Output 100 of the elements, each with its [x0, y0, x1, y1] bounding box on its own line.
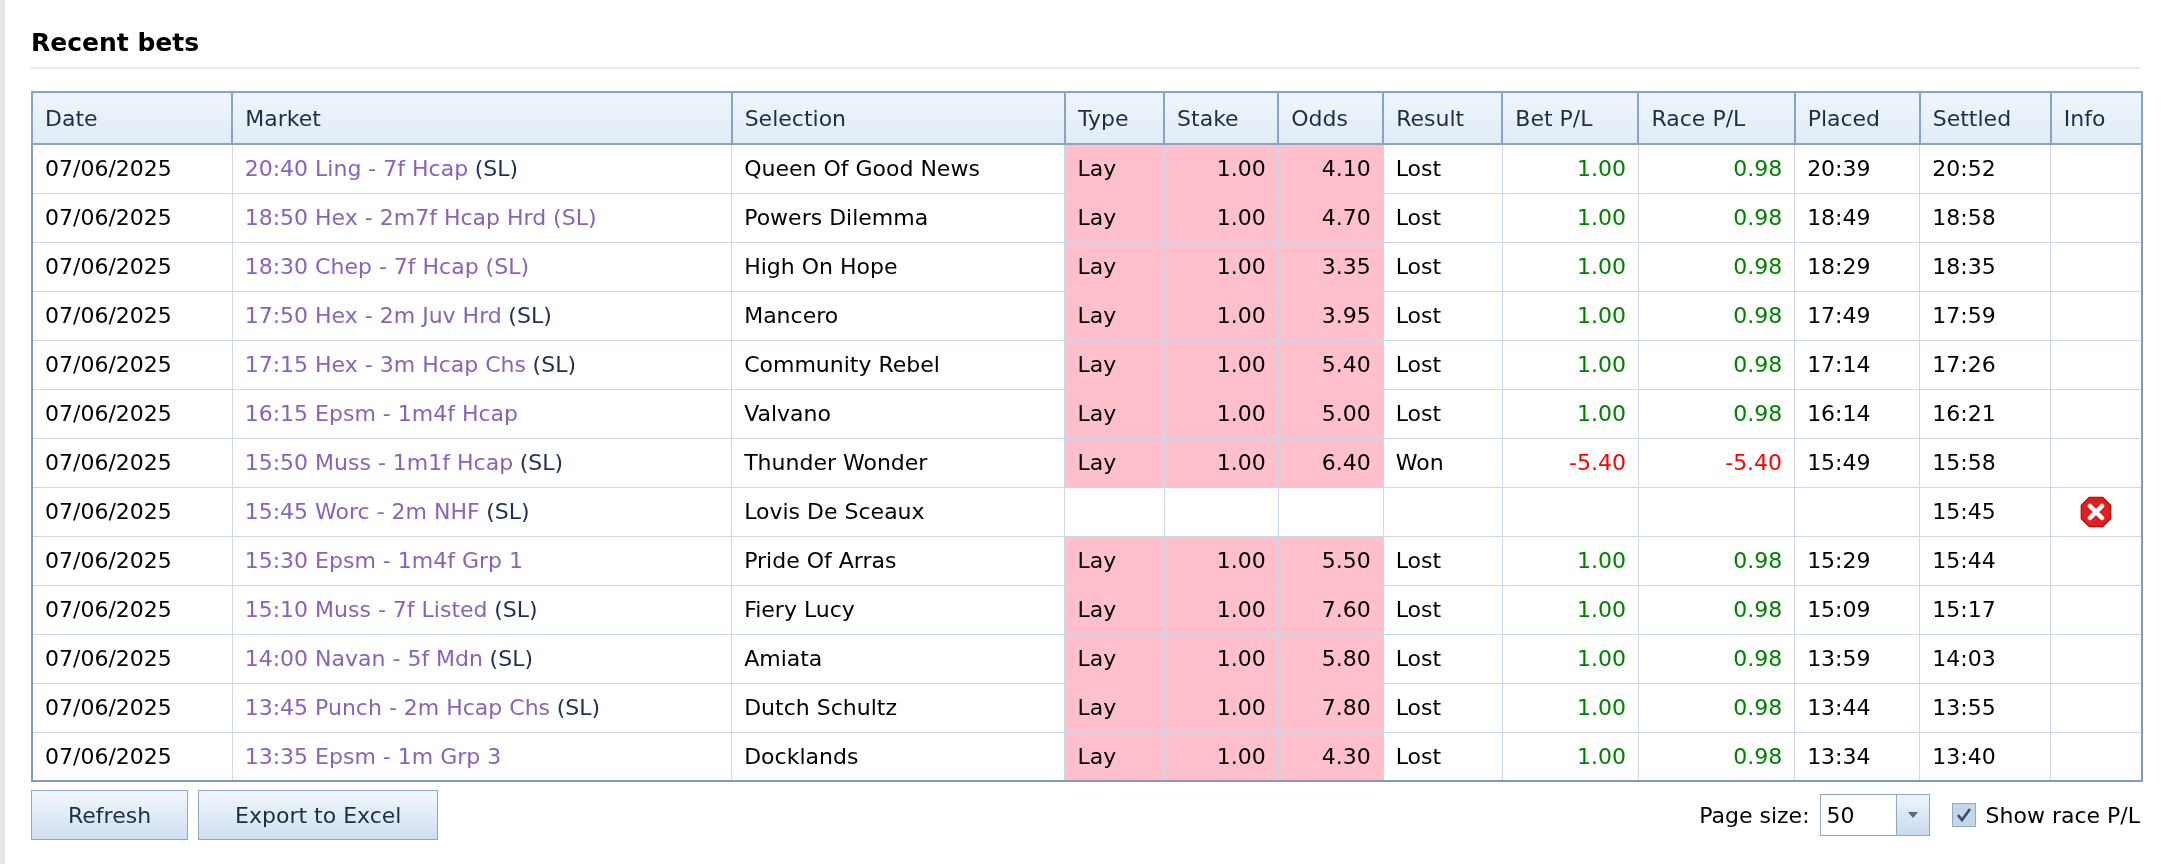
market-link[interactable]: 17:15 Hex - 3m Hcap Chs	[244, 352, 526, 377]
table-cell: 07/06/2025	[32, 193, 233, 242]
column-header[interactable]: Placed	[1794, 92, 1920, 144]
table-cell: Thunder Wonder	[731, 438, 1065, 487]
market-link[interactable]: 13:35 Epsm - 1m Grp 3	[244, 743, 502, 769]
table-cell: Community Rebel	[731, 340, 1065, 389]
column-header[interactable]: Stake	[1164, 92, 1279, 144]
table-cell: Lay	[1064, 585, 1165, 634]
table-cell: Lost	[1383, 634, 1503, 683]
table-cell: Fiery Lucy	[731, 585, 1065, 634]
table-cell: 15:58	[1919, 438, 2051, 487]
market-link[interactable]: 14:00 Navan - 5f Mdn	[244, 646, 483, 671]
error-icon[interactable]	[2080, 495, 2113, 528]
table-cell: 1.00	[1502, 585, 1639, 634]
table-cell: Lost	[1383, 242, 1503, 291]
table-cell: 18:49	[1794, 193, 1920, 242]
table-cell: 07/06/2025	[32, 585, 233, 634]
page-size-dropdown[interactable]: 50	[1819, 794, 1930, 836]
column-header[interactable]: Result	[1383, 92, 1503, 144]
table-cell: 1.00	[1502, 291, 1639, 340]
market-link[interactable]: 18:50 Hex - 2m7f Hcap Hrd (SL)	[244, 205, 597, 230]
table-cell: 0.98	[1638, 242, 1795, 291]
market-link[interactable]: 17:50 Hex - 2m Juv Hrd	[244, 303, 502, 328]
table-cell: 0.98	[1638, 291, 1795, 340]
column-header[interactable]: Selection	[731, 92, 1065, 144]
market-link[interactable]: 15:30 Epsm - 1m4f Grp 1	[244, 548, 523, 573]
table-cell: Lay	[1064, 732, 1165, 781]
table-cell: Lay	[1064, 193, 1165, 242]
table-cell: 1.00	[1164, 732, 1279, 781]
table-cell: 14:03	[1919, 634, 2051, 683]
table-cell: 5.80	[1278, 634, 1384, 683]
column-header[interactable]: Market	[232, 92, 732, 144]
market-suffix: (SL)	[486, 499, 530, 524]
column-header[interactable]: Race P/L	[1638, 92, 1795, 144]
table-cell: 3.95	[1278, 291, 1384, 340]
table-cell: 6.40	[1278, 438, 1384, 487]
table-cell: Lost	[1383, 389, 1503, 438]
table-cell: Lay	[1064, 438, 1165, 487]
market-suffix: (SL)	[489, 646, 533, 671]
table-cell: 1.00	[1164, 389, 1279, 438]
market-link[interactable]: 15:45 Worc - 2m NHF	[244, 499, 480, 524]
table-cell: 1.00	[1164, 340, 1279, 389]
column-header[interactable]: Type	[1064, 92, 1165, 144]
table-cell: 7.80	[1278, 683, 1384, 732]
table-cell: 15:45	[1919, 487, 2051, 536]
table-cell: 16:21	[1919, 389, 2051, 438]
market-link[interactable]: 15:50 Muss - 1m1f Hcap	[244, 450, 514, 475]
table-cell: 07/06/2025	[32, 340, 233, 389]
market-link[interactable]: 20:40 Ling - 7f Hcap	[244, 156, 469, 182]
table-cell: 0.98	[1638, 585, 1795, 634]
table-cell: 5.00	[1278, 389, 1384, 438]
checkbox-label: Show race P/L	[1985, 802, 2140, 828]
column-header[interactable]: Date	[32, 92, 233, 144]
table-cell: Lay	[1064, 291, 1165, 340]
table-cell: 1.00	[1164, 438, 1279, 487]
table-cell: 1.00	[1502, 242, 1639, 291]
checkbox[interactable]	[1951, 803, 1976, 827]
table-cell: 1.00	[1502, 144, 1639, 193]
market-suffix: (SL)	[494, 597, 538, 622]
table-cell: Pride Of Arras	[731, 536, 1065, 585]
market-link[interactable]: 16:15 Epsm - 1m4f Hcap	[244, 401, 518, 426]
table-cell: 07/06/2025	[32, 242, 233, 291]
column-header[interactable]: Bet P/L	[1502, 92, 1639, 144]
table-cell: 0.98	[1638, 193, 1795, 242]
table-cell: 1.00	[1164, 536, 1279, 585]
column-header[interactable]: Info	[2050, 92, 2142, 144]
table-cell: Lovis De Sceaux	[731, 487, 1065, 536]
table-cell: 15:17	[1919, 585, 2051, 634]
market-link[interactable]: 15:10 Muss - 7f Listed	[244, 597, 488, 622]
table-cell: Lost	[1383, 144, 1503, 193]
table-cell: Lay	[1064, 683, 1165, 732]
table-cell: Lay	[1064, 242, 1165, 291]
page-size-label: Page size:	[1699, 802, 1810, 828]
table-cell: 18:35	[1919, 242, 2051, 291]
column-header[interactable]: Odds	[1278, 92, 1384, 144]
table-cell: 1.00	[1164, 242, 1279, 291]
table-cell: 1.00	[1164, 144, 1279, 193]
table-cell: 1.00	[1502, 340, 1639, 389]
table-cell: 1.00	[1502, 683, 1639, 732]
table-cell: -5.40	[1638, 438, 1795, 487]
table-cell: 7.60	[1278, 585, 1384, 634]
table-cell: Lay	[1064, 634, 1165, 683]
table-cell: Powers Dilemma	[731, 193, 1065, 242]
table-cell: Valvano	[731, 389, 1065, 438]
table-cell: 1.00	[1164, 291, 1279, 340]
table-cell: Lay	[1064, 389, 1165, 438]
market-link[interactable]: 13:45 Punch - 2m Hcap Chs	[244, 695, 551, 720]
action-button[interactable]: Refresh	[31, 790, 189, 840]
table-cell: 3.35	[1278, 242, 1384, 291]
action-button[interactable]: Export to Excel	[198, 790, 439, 840]
table-cell: Amiata	[731, 634, 1065, 683]
table-cell: 1.00	[1164, 193, 1279, 242]
table-cell: 20:52	[1919, 144, 2051, 193]
table-cell: 18:29	[1794, 242, 1920, 291]
column-header[interactable]: Settled	[1919, 92, 2051, 144]
table-cell: 07/06/2025	[32, 536, 233, 585]
table-cell: 18:58	[1919, 193, 2051, 242]
table-cell: 07/06/2025	[32, 389, 233, 438]
market-link[interactable]: 18:30 Chep - 7f Hcap (SL)	[244, 254, 529, 279]
table-cell: 4.30	[1278, 732, 1384, 781]
